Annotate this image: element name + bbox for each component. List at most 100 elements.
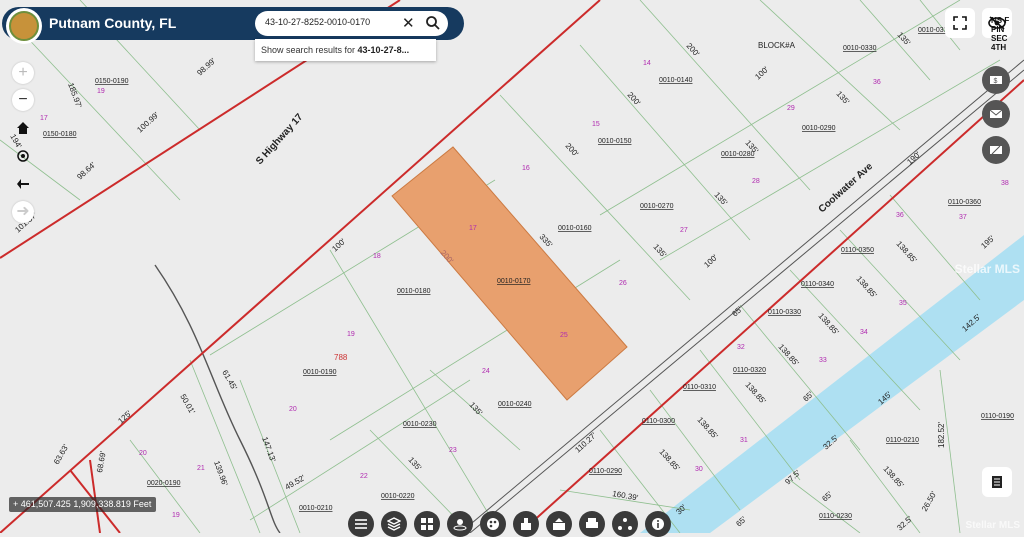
search-suggestion[interactable]: Show search results for 43-10-27-8... [255,39,436,61]
app-title: Putnam County, FL [49,15,177,31]
svg-text:35: 35 [899,300,907,307]
svg-text:0010-0280: 0010-0280 [721,151,755,158]
svg-text:31: 31 [740,437,748,444]
list-panel-icon[interactable] [982,467,1012,497]
search-input[interactable]: 43-10-27-8252-0010-0170 [265,17,370,27]
svg-text:19: 19 [97,88,105,95]
svg-text:14: 14 [643,60,651,67]
suggestion-value: 43-10-27-8... [357,45,410,55]
block-label: BLOCK#A [758,41,796,50]
svg-text:37: 37 [959,214,967,221]
svg-text:32: 32 [737,344,745,351]
svg-text:0110-0230: 0110-0230 [819,513,852,520]
list-icon[interactable] [348,511,374,537]
coords-text: 461,507.425 1,909,338.819 Feet [20,499,152,509]
svg-text:28: 28 [752,178,760,185]
info-icon[interactable] [645,511,671,537]
svg-text:0010-0270: 0010-0270 [640,203,674,210]
label-line: SEC 4TH [991,34,1008,52]
zoom-out-button[interactable]: − [12,89,34,111]
svg-text:25: 25 [560,332,568,339]
top-right-label: NS F PIN SEC 4TH [991,16,1024,52]
svg-text:0010-0210: 0010-0210 [299,505,333,512]
svg-text:27: 27 [680,227,688,234]
svg-text:20: 20 [289,406,297,413]
svg-text:16: 16 [522,165,530,172]
svg-text:0110-0340: 0110-0340 [801,281,834,288]
seal-icon [9,11,39,41]
svg-text:33: 33 [819,357,827,364]
share-icon[interactable] [612,511,638,537]
svg-text:182.52': 182.52' [937,422,946,448]
svg-text:21: 21 [197,465,205,472]
svg-text:38: 38 [1001,180,1009,187]
selected-parcel-label: 0010-0170 [497,278,531,285]
coordinates-readout: + 461,507.425 1,909,338.819 Feet [9,497,157,512]
palette-icon[interactable] [480,511,506,537]
svg-text:0010-0230: 0010-0230 [403,421,437,428]
home-icon[interactable] [12,117,34,139]
svg-text:18: 18 [373,253,381,260]
svg-text:0110-0330: 0110-0330 [768,309,801,316]
svg-text:26: 26 [619,280,627,287]
svg-text:0010-0150: 0010-0150 [598,138,632,145]
svg-text:29: 29 [787,105,795,112]
fullscreen-icon[interactable] [945,8,975,38]
grid-icon[interactable] [414,511,440,537]
mail-icon[interactable] [982,100,1010,128]
svg-text:20: 20 [139,450,147,457]
search-bar[interactable]: 43-10-27-8252-0010-0170 ✕ [255,11,448,36]
money-icon[interactable]: $ [982,66,1010,94]
search-icon[interactable] [425,15,441,31]
watermark: Stellar MLS [954,262,1020,276]
svg-text:0110-0190: 0110-0190 [981,413,1014,420]
suggestion-prefix: Show search results for [261,45,358,55]
svg-text:23: 23 [449,447,457,454]
zoom-in-button[interactable]: + [12,62,34,84]
svg-text:15: 15 [592,121,600,128]
location-icon[interactable] [447,511,473,537]
svg-text:0110-0210: 0110-0210 [886,437,919,444]
svg-text:34: 34 [860,329,868,336]
svg-text:0110-0310: 0110-0310 [683,384,716,391]
back-arrow-icon[interactable] [12,173,34,195]
label-line: PIN [991,25,1005,34]
close-icon[interactable]: ✕ [402,14,415,32]
svg-text:36: 36 [873,79,881,86]
svg-text:30: 30 [695,466,703,473]
svg-text:0020-0190: 0020-0190 [147,480,181,487]
svg-text:$: $ [994,78,998,85]
watermark: Stellar MLS [965,520,1020,531]
locate-icon[interactable] [12,145,34,167]
svg-text:0110-0350: 0110-0350 [841,247,874,254]
svg-text:0110-0360: 0110-0360 [948,199,981,206]
svg-text:17: 17 [469,225,477,232]
svg-text:0150-0180: 0150-0180 [43,131,77,138]
label-line: NS F [991,16,1010,25]
svg-text:0110-0300: 0110-0300 [642,418,675,425]
tools-icon[interactable] [513,511,539,537]
svg-text:0010-0190: 0010-0190 [303,369,337,376]
plus-icon[interactable]: + [13,499,21,509]
print-icon[interactable] [579,511,605,537]
svg-text:0150-0190: 0150-0190 [95,78,129,85]
forward-arrow-icon[interactable]: ➜ [12,201,34,223]
svg-text:0010-0180: 0010-0180 [397,288,431,295]
svg-text:0110-0320: 0110-0320 [733,367,766,374]
road-map-icon[interactable] [982,136,1010,164]
svg-text:24: 24 [482,368,490,375]
svg-text:0010-0220: 0010-0220 [381,493,415,500]
svg-text:0010-0240: 0010-0240 [498,401,532,408]
svg-text:0010-0330: 0010-0330 [843,45,877,52]
layers-icon[interactable] [381,511,407,537]
county-logo [6,8,42,44]
lot-number: 788 [334,353,348,362]
svg-text:0010-0290: 0010-0290 [802,125,836,132]
svg-text:36: 36 [896,212,904,219]
parcel-map[interactable]: 0010-0170 S Highway 17 Coolwater Ave BLO… [0,0,1024,533]
svg-text:19: 19 [347,331,355,338]
svg-text:0010-0140: 0010-0140 [659,77,693,84]
svg-text:0110-0290: 0110-0290 [589,468,622,475]
upload-icon[interactable] [546,511,572,537]
svg-text:22: 22 [360,473,368,480]
